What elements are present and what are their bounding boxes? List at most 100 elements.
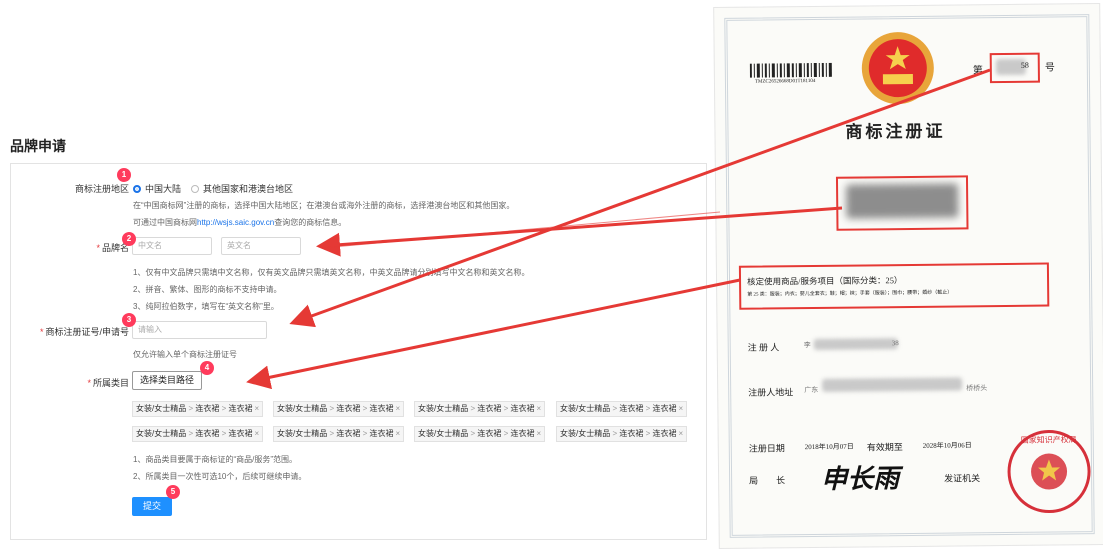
tag-part: 连衣裙	[510, 404, 535, 413]
tag-part: 连衣裙	[228, 404, 253, 413]
tag-part: 女装/女士精品	[136, 429, 187, 438]
brand-name-cn-input[interactable]: 中文名	[132, 237, 212, 255]
tag-part: 连衣裙	[652, 429, 677, 438]
tag-part: 连衣裙	[619, 404, 644, 413]
close-icon[interactable]: ×	[678, 429, 683, 438]
highlight-trademark-mark	[835, 175, 969, 231]
chevron-right-icon: >	[610, 429, 620, 438]
category-tag: 女装/女士精品 > 连衣裙 > 连衣裙 ×	[556, 426, 688, 442]
tag-part: 女装/女士精品	[418, 404, 469, 413]
chevron-right-icon: >	[327, 404, 337, 413]
tag-part: 连衣裙	[228, 429, 253, 438]
registrant-value-b: 38	[891, 339, 899, 348]
close-icon[interactable]: ×	[395, 429, 400, 438]
category-label: * 所属类目	[87, 378, 129, 388]
tag-part: 女装/女士精品	[560, 404, 611, 413]
brand-help-2: 2、拼音、繁体、图形的商标不支持申请。	[133, 285, 282, 294]
close-icon[interactable]: ×	[678, 404, 683, 413]
valid-until-value: 2028年10月06日	[922, 441, 972, 450]
tag-part: 连衣裙	[477, 404, 502, 413]
radio-checked-icon	[133, 184, 141, 193]
reg-date-value: 2018年10月07日	[804, 442, 854, 452]
category-tag: 女装/女士精品 > 连衣裙 > 连衣裙 ×	[414, 401, 546, 417]
cert-no-prefix: 第	[972, 65, 983, 77]
category-help-2: 2、所属类目一次性可选10个，后续可继续申请。	[133, 472, 307, 481]
close-icon[interactable]: ×	[254, 429, 259, 438]
category-tag: 女装/女士精品 > 连衣裙 > 连衣裙 ×	[556, 401, 688, 417]
director-label: 局 长	[749, 475, 786, 486]
tag-part: 连衣裙	[369, 404, 394, 413]
tag-part: 连衣裙	[477, 429, 502, 438]
registrant-label: 注 册 人	[747, 342, 780, 353]
step-badge-4: 4	[200, 361, 214, 375]
choose-category-button[interactable]: 选择类目路径	[132, 371, 203, 390]
chevron-right-icon: >	[186, 404, 196, 413]
tag-part: 连衣裙	[336, 404, 361, 413]
category-tag: 女装/女士精品 > 连衣裙 > 连衣裙 ×	[132, 426, 264, 442]
chevron-right-icon: >	[468, 404, 478, 413]
address-value-a: 广东	[804, 385, 819, 395]
radio-mainland[interactable]: 中国大陆	[133, 182, 181, 195]
reg-number-label: * 商标注册证号/申请号	[39, 327, 129, 337]
issuer-label: 发证机关	[944, 473, 981, 484]
tag-part: 连衣裙	[652, 404, 677, 413]
category-tag: 女装/女士精品 > 连衣裙 > 连衣裙 ×	[273, 426, 405, 442]
national-emblem-icon	[861, 32, 934, 105]
brand-name-label: * 品牌名	[96, 243, 129, 253]
category-tag: 女装/女士精品 > 连衣裙 > 连衣裙 ×	[273, 401, 405, 417]
tag-part: 女装/女士精品	[277, 429, 328, 438]
barcode-text: TMZC26526668D01T181104	[754, 78, 816, 85]
tag-part: 连衣裙	[369, 429, 394, 438]
brand-help-1: 1、仅有中文品牌只需填中文名称，仅有英文品牌只需填英文名称，中英文品牌请分别填写…	[133, 268, 530, 277]
chevron-right-icon: >	[186, 429, 196, 438]
cert-no-suffix: 号	[1044, 62, 1055, 74]
redacted-registrant	[813, 338, 898, 351]
highlight-scope	[738, 262, 1050, 310]
chevron-right-icon: >	[327, 429, 337, 438]
valid-until-label: 有效期至	[866, 442, 903, 453]
trademark-certificate: TMZC26526668D01T181104 第 58 号 商标注册证 核定使用…	[713, 2, 1103, 550]
region-help-1: 在“中国商标网”注册的商标，选择中国大陆地区；在港澳台或海外注册的商标，选择港澳…	[133, 201, 515, 210]
tag-part: 女装/女士精品	[277, 404, 328, 413]
certificate-title: 商标注册证	[845, 121, 946, 142]
page-title: 品牌申请	[10, 138, 66, 154]
reg-number-input[interactable]: 请输入	[132, 321, 267, 339]
director-signature: 申长雨	[820, 464, 900, 494]
reg-number-help: 仅允许输入单个商标注册证号	[133, 350, 237, 359]
tag-part: 连衣裙	[336, 429, 361, 438]
category-tag: 女装/女士精品 > 连衣裙 > 连衣裙 ×	[414, 426, 546, 442]
reg-date-label: 注册日期	[748, 443, 785, 454]
seal-text: 国家知识产权局	[1021, 434, 1077, 445]
address-label: 注册人地址	[748, 387, 794, 398]
step-badge-2: 2	[122, 232, 136, 246]
step-badge-3: 3	[122, 313, 136, 327]
tag-part: 女装/女士精品	[418, 429, 469, 438]
region-help-2: 可通过中国商标网http://wsjs.saic.gov.cn查询您的商标信息。	[133, 218, 347, 227]
category-tag: 女装/女士精品 > 连衣裙 > 连衣裙 ×	[132, 401, 264, 417]
brand-name-en-input[interactable]: 英文名	[221, 237, 301, 255]
trademark-site-link[interactable]: http://wsjs.saic.gov.cn	[197, 218, 274, 227]
radio-overseas[interactable]: 其他国家和港澳台地区	[191, 182, 293, 195]
brand-help-3: 3、纯阿拉伯数字，填写在“英文名称”里。	[133, 302, 279, 311]
step-badge-5: 5	[166, 485, 180, 499]
tag-part: 女装/女士精品	[560, 429, 611, 438]
close-icon[interactable]: ×	[395, 404, 400, 413]
address-value-b: 桥桥头	[966, 384, 988, 393]
radio-unchecked-icon	[191, 184, 199, 193]
step-badge-1: 1	[117, 168, 131, 182]
close-icon[interactable]: ×	[536, 404, 541, 413]
tag-part: 连衣裙	[195, 429, 220, 438]
chevron-right-icon: >	[610, 404, 620, 413]
submit-button[interactable]: 提交	[132, 497, 172, 516]
official-seal-icon: 国家知识产权局	[1007, 430, 1091, 514]
brand-application-form: 商标注册地区 中国大陆 其他国家和港澳台地区 在“中国商标网”注册的商标，选择中…	[10, 163, 707, 540]
highlight-cert-number	[989, 52, 1040, 84]
close-icon[interactable]: ×	[536, 429, 541, 438]
region-label: 商标注册地区	[74, 184, 129, 194]
chevron-right-icon: >	[468, 429, 478, 438]
tag-part: 连衣裙	[195, 404, 220, 413]
close-icon[interactable]: ×	[254, 404, 259, 413]
category-help-1: 1、商品类目要属于商标证的“商品/服务”范围。	[133, 455, 297, 464]
tag-part: 女装/女士精品	[136, 404, 187, 413]
tag-part: 连衣裙	[510, 429, 535, 438]
